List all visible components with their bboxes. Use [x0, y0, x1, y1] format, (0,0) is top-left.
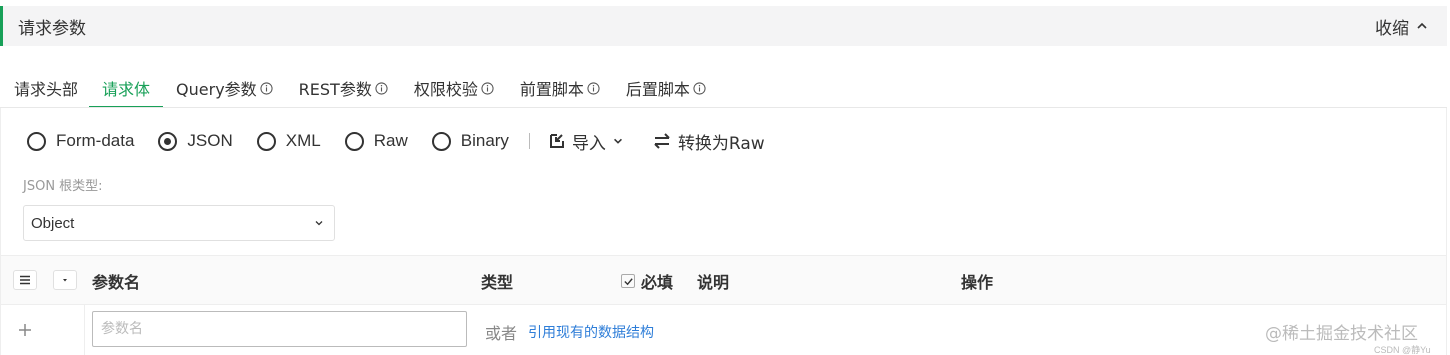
radio-label: Binary [460, 131, 509, 150]
tab-post-script[interactable]: 后置脚本 [613, 70, 719, 108]
tab-rest-params[interactable]: REST参数 [286, 70, 401, 108]
radio-label: Form-data [56, 131, 135, 150]
tab-label: 权限校验 [413, 80, 478, 99]
add-row-button[interactable] [1, 305, 85, 355]
radio-circle-icon [256, 131, 276, 151]
chevron-down-icon [613, 138, 622, 144]
tab-label: 请求头部 [14, 80, 79, 99]
request-body-panel: Form-data JSON XML Raw Binary 导入 转换为Raw [0, 108, 1447, 355]
info-icon [260, 81, 273, 95]
radio-circle-icon [344, 131, 364, 151]
tab-pre-script[interactable]: 前置脚本 [507, 70, 613, 108]
checkbox-checked-icon[interactable] [621, 274, 635, 288]
plus-icon [19, 324, 31, 336]
json-root-type-label: JSON 根类型: [23, 179, 103, 194]
radio-json[interactable]: JSON [158, 131, 233, 151]
column-type: 类型 [481, 273, 514, 292]
reference-data-structure-link[interactable]: 引用现有的数据结构 [528, 322, 654, 342]
tab-label: Query参数 [176, 80, 257, 99]
radio-label: XML [285, 131, 321, 150]
chevron-down-icon [315, 221, 323, 226]
section-header: 请求参数 收缩 [0, 6, 1447, 46]
tab-label: 后置脚本 [625, 80, 690, 99]
radio-raw[interactable]: Raw [344, 131, 408, 151]
caret-down-icon [63, 279, 67, 282]
table-row: 或者 引用现有的数据结构 @稀土掘金技术社区 CSDN @静Yu [1, 305, 1446, 355]
import-button[interactable]: 导入 [548, 129, 624, 154]
tab-request-body[interactable]: 请求体 [89, 70, 164, 108]
json-root-type-select[interactable]: Object [23, 205, 335, 241]
select-value: Object [31, 214, 75, 232]
radio-label: Raw [373, 131, 408, 150]
collapse-label: 收缩 [1375, 18, 1409, 39]
menu-icon [20, 275, 30, 285]
import-icon [549, 134, 564, 148]
watermark: @稀土掘金技术社区 [1265, 324, 1418, 344]
convert-to-raw-button[interactable]: 转换为Raw [652, 129, 765, 154]
column-description: 说明 [697, 273, 730, 292]
vertical-divider [528, 133, 530, 149]
radio-checked-icon [158, 131, 178, 151]
column-operations: 操作 [961, 273, 994, 292]
collapse-button[interactable]: 收缩 [1375, 14, 1429, 39]
info-icon [481, 81, 494, 95]
radio-label: JSON [187, 131, 233, 150]
tab-auth-check[interactable]: 权限校验 [401, 70, 507, 108]
radio-form-data[interactable]: Form-data [27, 131, 134, 151]
radio-binary[interactable]: Binary [431, 131, 509, 151]
menu-button[interactable] [13, 270, 37, 290]
chevron-up-icon [1417, 22, 1427, 29]
import-label: 导入 [571, 133, 606, 154]
column-required-label: 必填 [641, 273, 674, 292]
tab-label: 请求体 [102, 80, 151, 99]
radio-xml[interactable]: XML [256, 131, 321, 151]
tab-label: 前置脚本 [519, 80, 584, 99]
info-icon [375, 81, 388, 95]
swap-icon [654, 133, 670, 149]
request-tabs: 请求头部 请求体 Query参数 REST参数 权限校验 前置脚本 后置脚本 [0, 70, 1447, 108]
watermark-sub: CSDN @静Yu [1374, 345, 1431, 355]
tab-label: REST参数 [298, 80, 372, 99]
column-param-name: 参数名 [92, 273, 141, 292]
param-name-input[interactable] [92, 311, 467, 347]
radio-circle-icon [27, 131, 46, 151]
info-icon [587, 81, 600, 95]
expand-dropdown-button[interactable] [53, 270, 77, 290]
tab-request-headers[interactable]: 请求头部 [0, 70, 89, 108]
params-table-header: 参数名 类型 必填 说明 操作 [1, 255, 1446, 305]
radio-circle-icon [431, 131, 451, 151]
section-title: 请求参数 [18, 18, 86, 39]
tab-query-params[interactable]: Query参数 [163, 70, 286, 108]
column-required: 必填 [621, 256, 673, 306]
info-icon [693, 81, 706, 95]
or-text: 或者 [485, 324, 518, 343]
body-type-radio-group: Form-data JSON XML Raw Binary 导入 转换为Raw [27, 129, 793, 154]
convert-label: 转换为Raw [677, 133, 765, 154]
